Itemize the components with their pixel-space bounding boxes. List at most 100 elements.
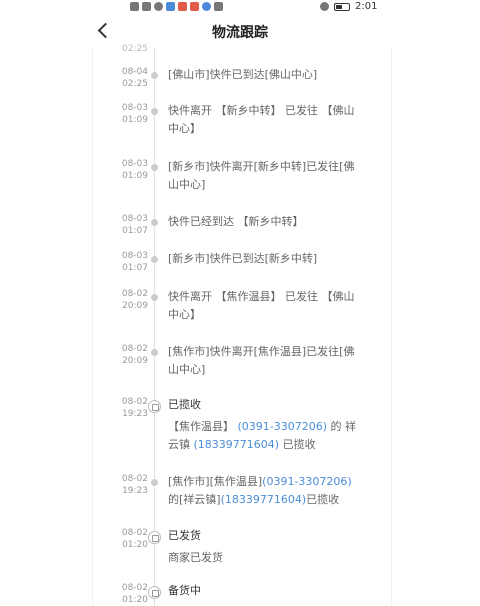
timeline-dot [151, 108, 158, 115]
event-text-segment: 快件已经到达 【新乡中转】 [168, 215, 304, 228]
event-datetime: 08-04 02:25 [112, 66, 148, 90]
event-date: 08-02 [121, 344, 148, 354]
event-text-segment: 快件离开 【焦作温县】 已发往 【佛山中心】 [168, 290, 355, 321]
partial-time: 02:25 [122, 44, 148, 54]
app-icon [202, 2, 211, 11]
event-description: [焦作市][焦作温县](0391-3307206) 的[祥云镇](18339771… [168, 473, 358, 509]
event-description: [新乡市]快件已到达[新乡中转] [168, 250, 358, 268]
timeline-dot [151, 72, 158, 79]
event-text: [佛山市]快件已到达[佛山中心] [168, 66, 358, 84]
event-description: [佛山市]快件已到达[佛山中心] [168, 66, 358, 84]
event-time: 20:09 [122, 301, 148, 311]
signal-icon [142, 2, 151, 11]
event-description: 快件离开 【新乡中转】 已发往 【佛山中心】 [168, 102, 358, 138]
event-text-segment: 的[祥云镇] [168, 493, 221, 506]
event-text: 快件已经到达 【新乡中转】 [168, 213, 358, 231]
page-title: 物流跟踪 [212, 25, 268, 41]
event-date: 08-04 [121, 67, 148, 77]
event-date: 08-03 [121, 159, 148, 169]
event-date: 08-02 [121, 583, 148, 593]
event-text-segment: 【焦作温县】 [168, 420, 238, 433]
battery-icon [334, 2, 350, 11]
status-icon [148, 586, 161, 599]
event-text-segment: [新乡市]快件离开[新乡中转]已发往[佛山中心] [168, 160, 355, 191]
event-time: 20:09 [122, 356, 148, 366]
event-description: 已揽收 【焦作温县】 (0391-3307206) 的 祥云镇 (18339771… [168, 396, 358, 454]
event-datetime: 08-03 01:07 [112, 213, 148, 237]
event-time: 19:23 [122, 486, 148, 496]
hd-icon [130, 2, 139, 11]
event-text-segment: [佛山市]快件已到达[佛山中心] [168, 68, 318, 81]
phone-link[interactable]: (18339771604) [194, 438, 280, 451]
event-datetime: 08-02 01:20 [112, 527, 148, 551]
wifi-icon [154, 2, 163, 11]
event-time: 19:23 [122, 409, 148, 419]
timeline-dot [151, 294, 158, 301]
event-datetime: 08-03 01:07 [112, 250, 148, 274]
event-datetime: 08-03 01:09 [112, 158, 148, 182]
event-text: [新乡市]快件已到达[新乡中转] [168, 250, 358, 268]
event-description: 快件离开 【焦作温县】 已发往 【佛山中心】 [168, 288, 358, 324]
event-description: 快件已经到达 【新乡中转】 [168, 213, 358, 231]
event-date: 08-03 [121, 103, 148, 113]
event-text-segment: 已揽收 [279, 438, 316, 451]
event-date: 08-03 [121, 251, 148, 261]
timeline-dot [151, 256, 158, 263]
app-icon [166, 2, 175, 11]
event-datetime: 08-03 01:09 [112, 102, 148, 126]
event-datetime: 08-02 19:23 [112, 473, 148, 497]
event-datetime: 08-02 20:09 [112, 343, 148, 367]
event-date: 08-02 [121, 528, 148, 538]
event-time: 01:09 [122, 171, 148, 181]
timeline-line [154, 48, 155, 606]
event-text-segment: [焦作市]快件离开[焦作温县]已发往[佛山中心] [168, 345, 355, 376]
event-text: [新乡市]快件离开[新乡中转]已发往[佛山中心] [168, 158, 358, 194]
event-status-title: 备货中 [168, 584, 201, 597]
event-time: 02:25 [122, 79, 148, 89]
event-time: 01:20 [122, 595, 148, 605]
timeline-dot [151, 164, 158, 171]
app-icon [178, 2, 187, 11]
event-datetime: 08-02 01:20 [112, 582, 148, 606]
timeline-dot [151, 219, 158, 226]
timeline-dot [151, 479, 158, 486]
event-datetime: 08-02 20:09 [112, 288, 148, 312]
event-time: 01:07 [122, 263, 148, 273]
event-text-segment: 已揽收 [306, 493, 340, 506]
event-text: [焦作市][焦作温县](0391-3307206) 的[祥云镇](18339771… [168, 473, 358, 509]
event-text-segment: 商家已发货 [168, 551, 223, 564]
phone-link[interactable]: (18339771604) [221, 493, 307, 506]
event-description: 备货中 [168, 582, 358, 604]
status-bar: 2:01 [0, 0, 480, 16]
status-icon [148, 400, 161, 413]
status-system-icons: 2:01 [320, 1, 377, 12]
event-date: 08-02 [121, 397, 148, 407]
navigation-bar: 物流跟踪 [0, 16, 480, 46]
event-description: 已发货 商家已发货 [168, 527, 358, 567]
clock: 2:01 [355, 1, 378, 12]
event-time: 01:20 [122, 540, 148, 550]
event-text-segment: [焦作市][焦作温县] [168, 475, 263, 488]
event-text: [焦作市]快件离开[焦作温县]已发往[佛山中心] [168, 343, 358, 379]
event-date: 08-02 [121, 289, 148, 299]
event-text: 快件离开 【焦作温县】 已发往 【佛山中心】 [168, 288, 358, 324]
event-time: 01:07 [122, 226, 148, 236]
event-text: 【焦作温县】 (0391-3307206) 的 祥云镇 (18339771604… [168, 418, 358, 454]
event-text-segment: [新乡市]快件已到达[新乡中转] [168, 252, 318, 265]
timeline-dot [151, 349, 158, 356]
event-date: 08-03 [121, 214, 148, 224]
event-datetime: 08-02 19:23 [112, 396, 148, 420]
app-icon [190, 2, 199, 11]
app-icon [214, 2, 223, 11]
event-time: 01:09 [122, 115, 148, 125]
event-date: 08-02 [121, 474, 148, 484]
phone-link[interactable]: (0391-3307206) [262, 475, 352, 488]
status-notification-icons [130, 2, 223, 11]
event-status-title: 已发货 [168, 529, 201, 542]
status-icon [148, 531, 161, 544]
event-status-title: 已揽收 [168, 398, 201, 411]
event-text-segment: 快件离开 【新乡中转】 已发往 【佛山中心】 [168, 104, 355, 135]
event-text: 快件离开 【新乡中转】 已发往 【佛山中心】 [168, 102, 358, 138]
event-description: [新乡市]快件离开[新乡中转]已发往[佛山中心] [168, 158, 358, 194]
phone-link[interactable]: (0391-3307206) [238, 420, 328, 433]
